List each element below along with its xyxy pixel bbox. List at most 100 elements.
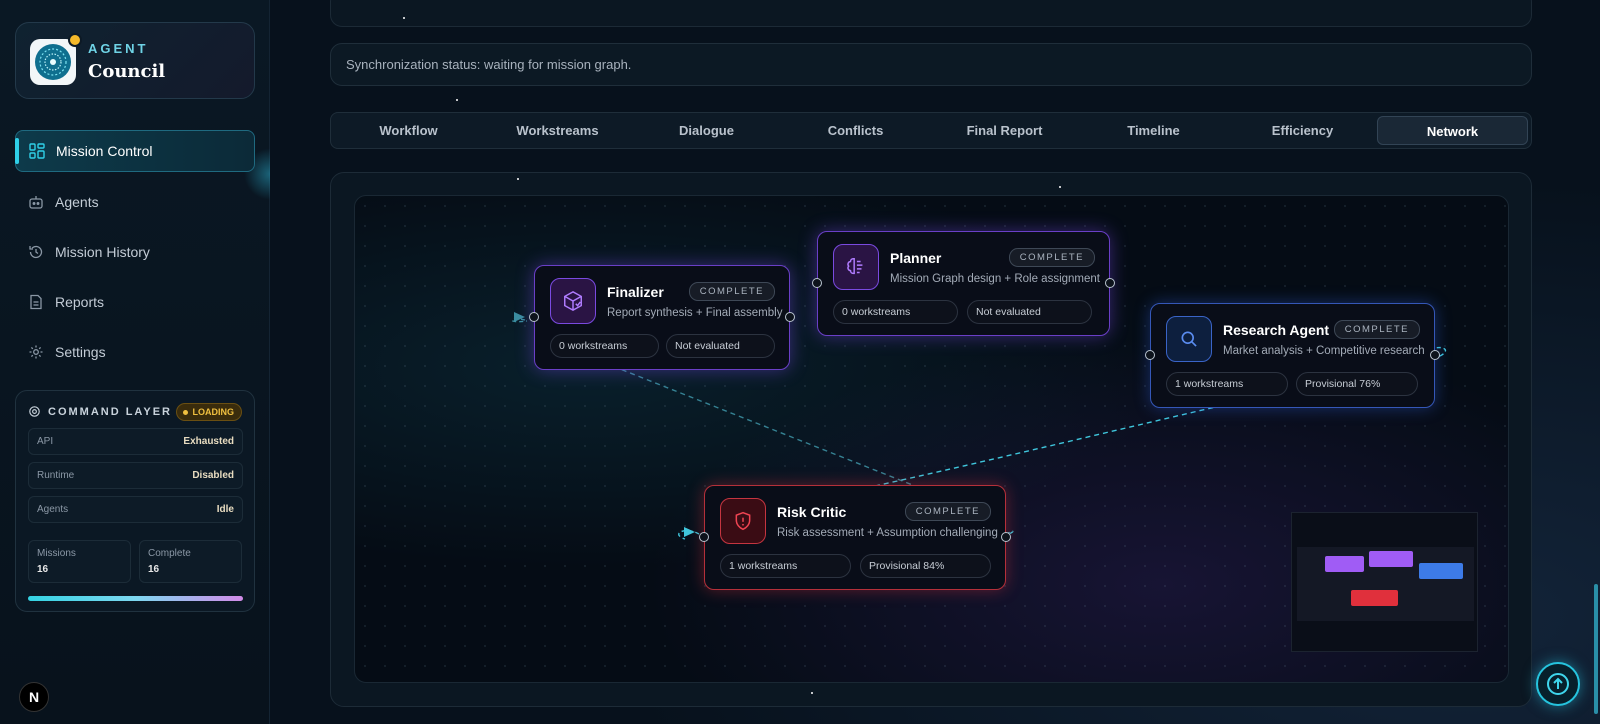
input-port[interactable] <box>529 312 539 322</box>
sync-status-text: Synchronization status: waiting for miss… <box>346 57 632 72</box>
nav-mission-history[interactable]: Mission History <box>15 231 255 273</box>
sidebar: AGENT Council Mission Control Agents Mis… <box>0 0 296 724</box>
brand-subtitle: AGENT <box>88 41 149 56</box>
settings-chip-icon <box>29 406 40 417</box>
stat-value: 16 <box>148 564 160 575</box>
evaluation-pill: Not evaluated <box>967 300 1092 324</box>
tab-workstreams[interactable]: Workstreams <box>483 116 632 145</box>
status-row-runtime: Runtime Disabled <box>28 462 243 489</box>
agent-node-research-agent[interactable]: Research Agent Market analysis + Competi… <box>1145 303 1440 408</box>
search-icon <box>1166 316 1212 362</box>
stat-complete: Complete 16 <box>139 540 242 583</box>
tab-timeline[interactable]: Timeline <box>1079 116 1228 145</box>
tab-efficiency[interactable]: Efficiency <box>1228 116 1377 145</box>
minimap-node-riskcritic <box>1351 590 1398 606</box>
document-icon <box>28 294 44 310</box>
minimap-node-research <box>1419 563 1463 579</box>
evaluation-pill: Not evaluated <box>666 334 775 358</box>
nav-label: Settings <box>55 344 106 360</box>
nav-settings[interactable]: Settings <box>15 331 255 373</box>
minimap-node-finalizer <box>1325 556 1364 572</box>
brand-logo <box>30 33 82 85</box>
status-badge: COMPLETE <box>904 502 991 521</box>
edge-finalizer-riskcritic <box>604 362 916 487</box>
view-tabs: Workflow Workstreams Dialogue Conflicts … <box>330 112 1532 149</box>
tab-network[interactable]: Network <box>1377 116 1528 145</box>
status-row-api: API Exhausted <box>28 428 243 455</box>
nav-label: Mission History <box>55 244 150 260</box>
status-key: Agents <box>37 504 69 515</box>
tab-dialogue[interactable]: Dialogue <box>632 116 781 145</box>
status-key: API <box>37 436 54 447</box>
agent-description: Mission Graph design + Role assignment <box>890 273 1100 285</box>
scroll-to-top-button[interactable] <box>1536 662 1580 706</box>
tab-conflicts[interactable]: Conflicts <box>781 116 930 145</box>
shield-alert-icon <box>720 498 766 544</box>
nav-agents[interactable]: Agents <box>15 181 255 223</box>
stat-label: Missions <box>37 548 76 559</box>
agent-node-planner[interactable]: Planner Mission Graph design + Role assi… <box>812 231 1115 336</box>
agent-node-risk-critic[interactable]: Risk Critic Risk assessment + Assumption… <box>699 485 1011 590</box>
input-port[interactable] <box>1145 350 1155 360</box>
brand-card[interactable]: AGENT Council <box>15 22 255 99</box>
input-port[interactable] <box>699 532 709 542</box>
status-row-agents: Agents Idle <box>28 496 243 523</box>
command-layer-header: COMMAND LAYER <box>28 405 172 418</box>
nav-label: Reports <box>55 294 105 310</box>
stat-value: 16 <box>37 564 49 575</box>
status-key: Runtime <box>37 470 75 481</box>
command-layer-title: COMMAND LAYER <box>48 405 172 418</box>
nav-label: Agents <box>55 194 99 210</box>
agent-name: Risk Critic <box>777 504 847 520</box>
agent-name: Planner <box>890 250 942 266</box>
star-dot <box>403 17 405 19</box>
status-value: Disabled <box>192 470 234 481</box>
nav-mission-control[interactable]: Mission Control <box>15 130 255 172</box>
arrowhead-icon <box>684 527 695 537</box>
progress-bar <box>28 596 243 601</box>
agent-description: Market analysis + Competitive research <box>1223 345 1425 357</box>
framework-badge[interactable]: N <box>19 682 49 712</box>
agent-description: Risk assessment + Assumption challenging <box>777 527 998 539</box>
nav-label: Mission Control <box>56 143 153 159</box>
command-layer-panel: COMMAND LAYER LOADING API Exhausted Runt… <box>15 390 255 612</box>
output-port[interactable] <box>785 312 795 322</box>
brain-globe-logo <box>35 44 71 80</box>
sync-status-bar: Synchronization status: waiting for miss… <box>330 43 1532 86</box>
tab-workflow[interactable]: Workflow <box>334 116 483 145</box>
stat-label: Complete <box>148 548 191 559</box>
workstreams-pill: 0 workstreams <box>550 334 659 358</box>
arrowhead-icon <box>514 312 525 322</box>
header-panel <box>330 0 1532 27</box>
status-badge: COMPLETE <box>1333 320 1420 339</box>
star-dot <box>1059 186 1061 188</box>
tab-final-report[interactable]: Final Report <box>930 116 1079 145</box>
workstreams-pill: 1 workstreams <box>1166 372 1288 396</box>
star-dot <box>517 178 519 180</box>
output-port[interactable] <box>1430 350 1440 360</box>
nav-reports[interactable]: Reports <box>15 281 255 323</box>
notification-dot <box>68 33 82 47</box>
output-port[interactable] <box>1001 532 1011 542</box>
package-check-icon <box>550 278 596 324</box>
evaluation-pill: Provisional 84% <box>860 554 991 578</box>
agent-description: Report synthesis + Final assembly <box>607 307 783 319</box>
gear-icon <box>28 344 44 360</box>
agent-name: Finalizer <box>607 284 664 300</box>
agent-node-finalizer[interactable]: Finalizer Report synthesis + Final assem… <box>529 265 795 370</box>
robot-icon <box>28 194 44 210</box>
minimap-node-planner <box>1369 551 1413 567</box>
status-value: Exhausted <box>183 436 234 447</box>
status-badge: COMPLETE <box>1008 248 1095 267</box>
brain-icon <box>833 244 879 290</box>
agent-name: Research Agent <box>1223 322 1330 338</box>
stat-missions: Missions 16 <box>28 540 131 583</box>
output-port[interactable] <box>1105 278 1115 288</box>
input-port[interactable] <box>812 278 822 288</box>
minimap[interactable] <box>1291 512 1478 652</box>
status-badge: LOADING <box>175 403 242 421</box>
scrollbar-thumb[interactable] <box>1594 584 1598 714</box>
brand-title: Council <box>88 61 166 82</box>
history-icon <box>28 244 44 260</box>
arrow-up-icon <box>1547 673 1569 695</box>
